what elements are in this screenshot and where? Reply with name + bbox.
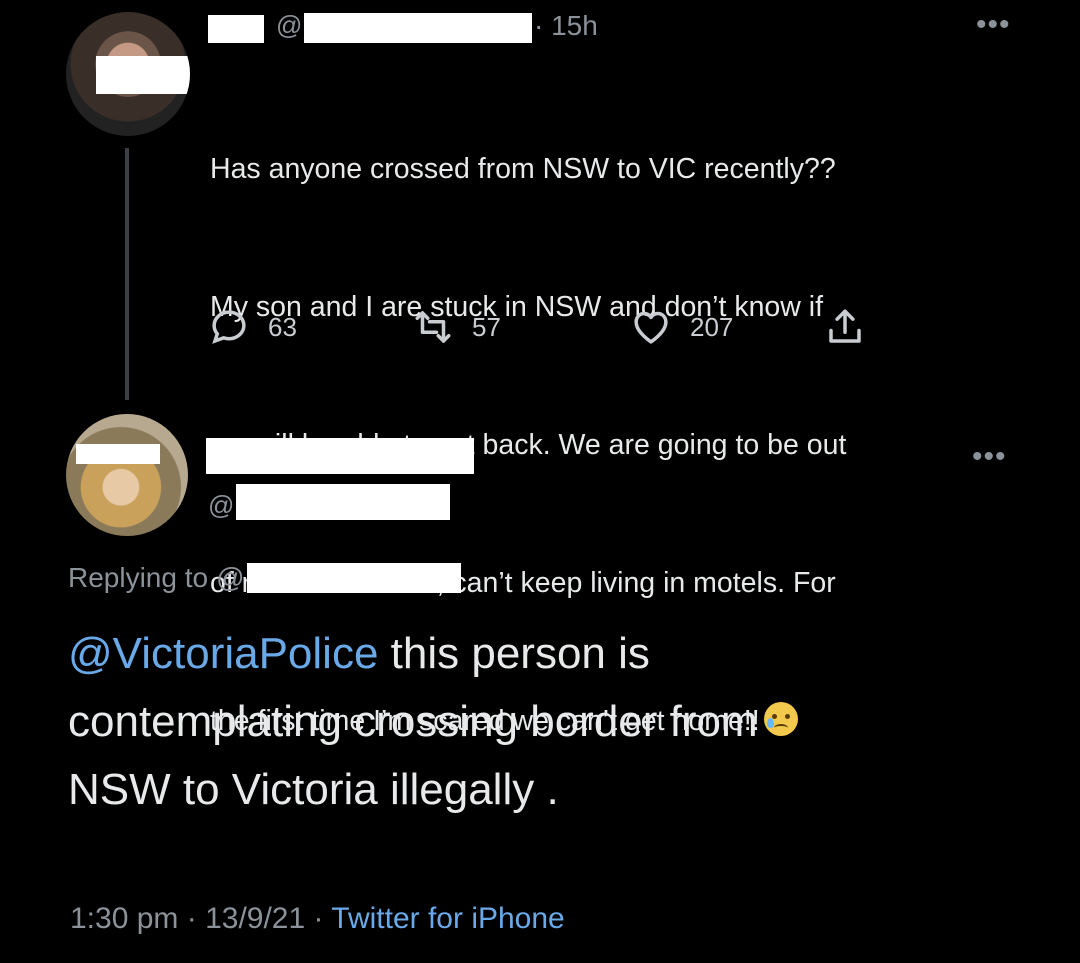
avatar[interactable] [66,414,188,536]
display-name-redacted[interactable] [208,15,264,43]
reply-date[interactable]: 13/9/21 [205,902,305,935]
share-button[interactable] [824,306,866,348]
retweet-count: 57 [472,311,501,342]
heart-icon [634,311,668,344]
reply-line: NSW to Victoria illegally . [68,765,559,814]
reply-button[interactable]: 63 [208,306,297,348]
tweet-line: Has anyone crossed from NSW to VIC recen… [210,153,836,185]
handle-redacted[interactable] [236,484,450,520]
reply-line: contemplating crossing border from [68,697,758,746]
separator: · [178,902,206,935]
reply-text-segment: this person is [378,629,650,678]
reply-icon [212,310,246,344]
tweet-metadata: 1:30 pm · 13/9/21 · Twitter for iPhone [70,902,565,936]
reply-count: 63 [268,311,297,342]
reply-body: @VictoriaPolice this person is contempla… [68,620,1028,824]
handle-prefix: @ [276,10,303,40]
source-link[interactable]: Twitter for iPhone [331,902,564,935]
display-name-redacted[interactable] [206,438,474,474]
separator: · [305,902,332,935]
more-options-icon[interactable]: ••• [976,10,1011,40]
tweet-line: My son and I are stuck in NSW and don’t … [210,291,824,323]
mention-link[interactable]: @VictoriaPolice [68,629,378,678]
avatar-censor-bar [96,56,190,94]
thread-connector-line [125,148,129,400]
replying-to-handle-redacted[interactable] [246,563,461,593]
handle-redacted[interactable] [304,13,532,43]
reply-line: @VictoriaPolice this person is [68,620,1028,688]
share-icon [829,309,861,343]
retweet-icon [415,311,451,343]
replying-to-line: Replying to @ [68,562,461,594]
tweet-timestamp[interactable]: · 15h [534,10,598,42]
like-button[interactable]: 207 [630,306,733,348]
reply-time[interactable]: 1:30 pm [70,902,178,935]
like-count: 207 [690,311,734,342]
avatar-censor-bar [76,444,160,464]
handle-prefix: @ [208,490,235,520]
replying-to-at: @ [216,562,245,593]
more-options-icon[interactable]: ••• [972,442,1007,472]
retweet-button[interactable]: 57 [412,306,501,348]
replying-to-label: Replying to [68,562,209,593]
avatar[interactable] [66,12,190,136]
